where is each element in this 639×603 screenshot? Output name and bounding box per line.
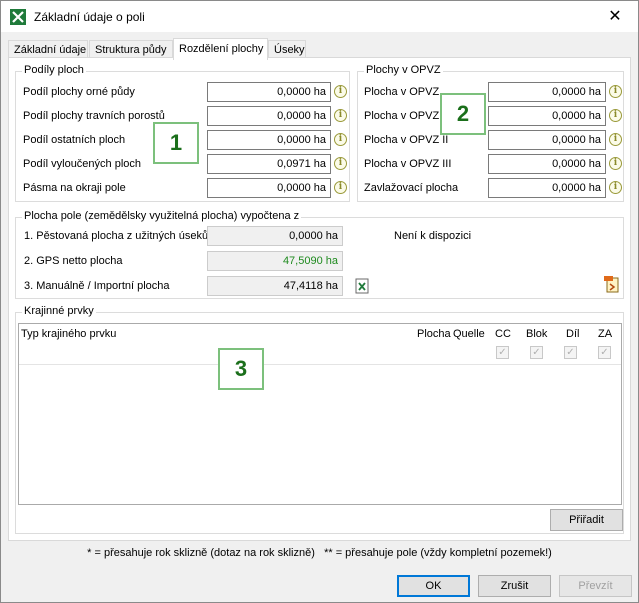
excel-import-icon[interactable] [355,278,369,294]
field-opvz-i[interactable]: 0,0000 ha [488,106,606,126]
footer-legend: * = přesahuje rok sklizně (dotaz na rok … [87,547,552,559]
field-podil-vyloucene[interactable]: 0,0971 ha [207,154,331,174]
field-podil-orne[interactable]: 0,0000 ha [207,82,331,102]
col-header-plocha[interactable]: Plocha [417,328,451,340]
dialog-button-bar: OK Zrušit Převzít [1,567,638,602]
label-podil-vyloucene: Podíl vyloučených ploch [23,158,142,170]
availability-text: Není k dispozici [394,230,472,242]
assign-button[interactable]: Přiřadit [550,509,623,531]
landscape-elements-grid[interactable]: Typ krajiného prvku Plocha Quelle CC Blo… [18,323,622,505]
ok-button[interactable]: OK [397,575,470,597]
info-icon[interactable]: i [334,181,347,194]
tab-rozdeleni-plochy[interactable]: Rozdělení plochy [173,38,268,60]
filter-checkbox-za[interactable]: ✓ [598,346,611,359]
label-pasma-okraji: Pásma na okraji pole [23,182,126,194]
field-pasma-okraji[interactable]: 0,0000 ha [207,178,331,198]
col-header-quelle[interactable]: Quelle [453,328,485,340]
info-icon[interactable]: i [609,133,622,146]
close-icon: ✕ [608,8,622,25]
field-pestovana-plocha: 0,0000 ha [207,226,343,246]
dialog-window: Základní údaje o poli ✕ Základní údaje S… [0,0,639,603]
info-icon[interactable]: i [609,157,622,170]
label-podil-ostatni: Podíl ostatních ploch [23,134,126,146]
callout-badge-3: 3 [218,348,264,390]
field-opvz-ii[interactable]: 0,0000 ha [488,130,606,150]
callout-badge-2: 2 [440,93,486,135]
field-manualne-importni: 47,4118 ha [207,276,343,296]
info-icon[interactable]: i [334,133,347,146]
info-icon[interactable]: i [334,85,347,98]
col-header-typ[interactable]: Typ krajiného prvku [21,328,116,340]
tab-panel-rozdeleni: Podíly ploch Podíl plochy orné půdy 0,00… [8,57,631,541]
cancel-button[interactable]: Zrušit [478,575,551,597]
grid-divider [19,364,621,365]
info-icon[interactable]: i [334,157,347,170]
filter-checkbox-dil[interactable]: ✓ [564,346,577,359]
app-logo-icon [10,9,26,25]
field-podil-travni[interactable]: 0,0000 ha [207,106,331,126]
group-plocha-pole: Plocha pole (zemědělsky využitelná ploch… [15,210,624,299]
group-title-krajinne: Krajinné prvky [22,305,96,317]
info-icon[interactable]: i [334,109,347,122]
filter-checkbox-cc[interactable]: ✓ [496,346,509,359]
title-bar: Základní údaje o poli ✕ [1,1,638,32]
window-title: Základní údaje o poli [34,10,145,24]
label-gps-netto: 2. GPS netto plocha [24,255,123,267]
label-podil-travni: Podíl plochy travních porostů [23,110,165,122]
info-icon[interactable]: i [609,109,622,122]
label-opvz-iii: Plocha v OPVZ III [364,158,452,170]
label-opvz-i: Plocha v OPVZ [364,110,440,122]
label-zavlazovaci: Zavlažovací plocha [364,182,459,194]
col-header-za[interactable]: ZA [598,328,612,340]
label-opvz: Plocha v OPVZ [364,86,440,98]
field-opvz[interactable]: 0,0000 ha [488,82,606,102]
info-icon[interactable]: i [609,85,622,98]
callout-badge-1: 1 [153,122,199,164]
label-manualne-importni: 3. Manuálně / Importní plocha [24,280,170,292]
close-button[interactable]: ✕ [592,1,638,31]
field-podil-ostatni[interactable]: 0,0000 ha [207,130,331,150]
label-opvz-ii: Plocha v OPVZ II [364,134,449,146]
group-plochy-opvz: Plochy v OPVZ Plocha v OPVZ 0,0000 ha i … [357,64,624,202]
group-title-opvz: Plochy v OPVZ [364,64,443,76]
field-opvz-iii[interactable]: 0,0000 ha [488,154,606,174]
adopt-button[interactable]: Převzít [559,575,632,597]
label-podil-orne: Podíl plochy orné půdy [23,86,135,98]
group-podily-ploch: Podíly ploch Podíl plochy orné půdy 0,00… [15,64,350,202]
field-gps-netto: 47,5090 ha [207,251,343,271]
import-file-icon[interactable] [602,275,620,293]
filter-checkbox-blok[interactable]: ✓ [530,346,543,359]
field-zavlazovaci[interactable]: 0,0000 ha [488,178,606,198]
info-icon[interactable]: i [609,181,622,194]
col-header-dil[interactable]: Díl [566,328,579,340]
col-header-blok[interactable]: Blok [526,328,547,340]
label-pestovana-plocha: 1. Pěstovaná plocha z užitných úseků [24,230,209,242]
col-header-cc[interactable]: CC [495,328,511,340]
group-title-plocha-pole: Plocha pole (zemědělsky využitelná ploch… [22,210,302,222]
group-title-podily: Podíly ploch [22,64,86,76]
